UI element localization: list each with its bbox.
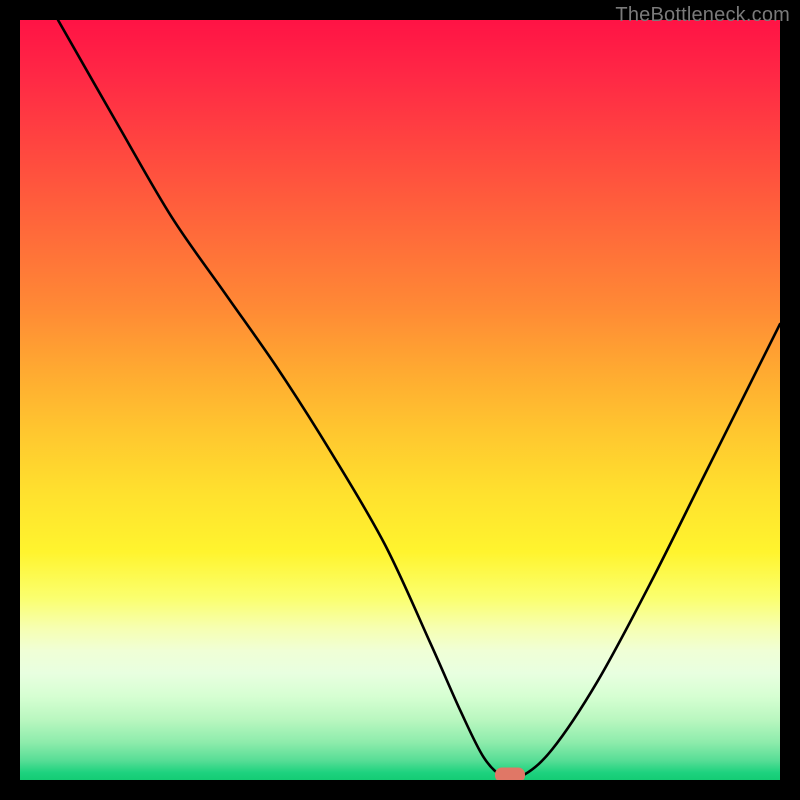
watermark-text: TheBottleneck.com [615, 4, 790, 27]
plot-inner [20, 20, 780, 780]
plot-area [20, 20, 780, 780]
bottleneck-curve [20, 20, 780, 780]
optimum-marker [495, 768, 525, 780]
chart-frame: TheBottleneck.com [0, 0, 800, 800]
